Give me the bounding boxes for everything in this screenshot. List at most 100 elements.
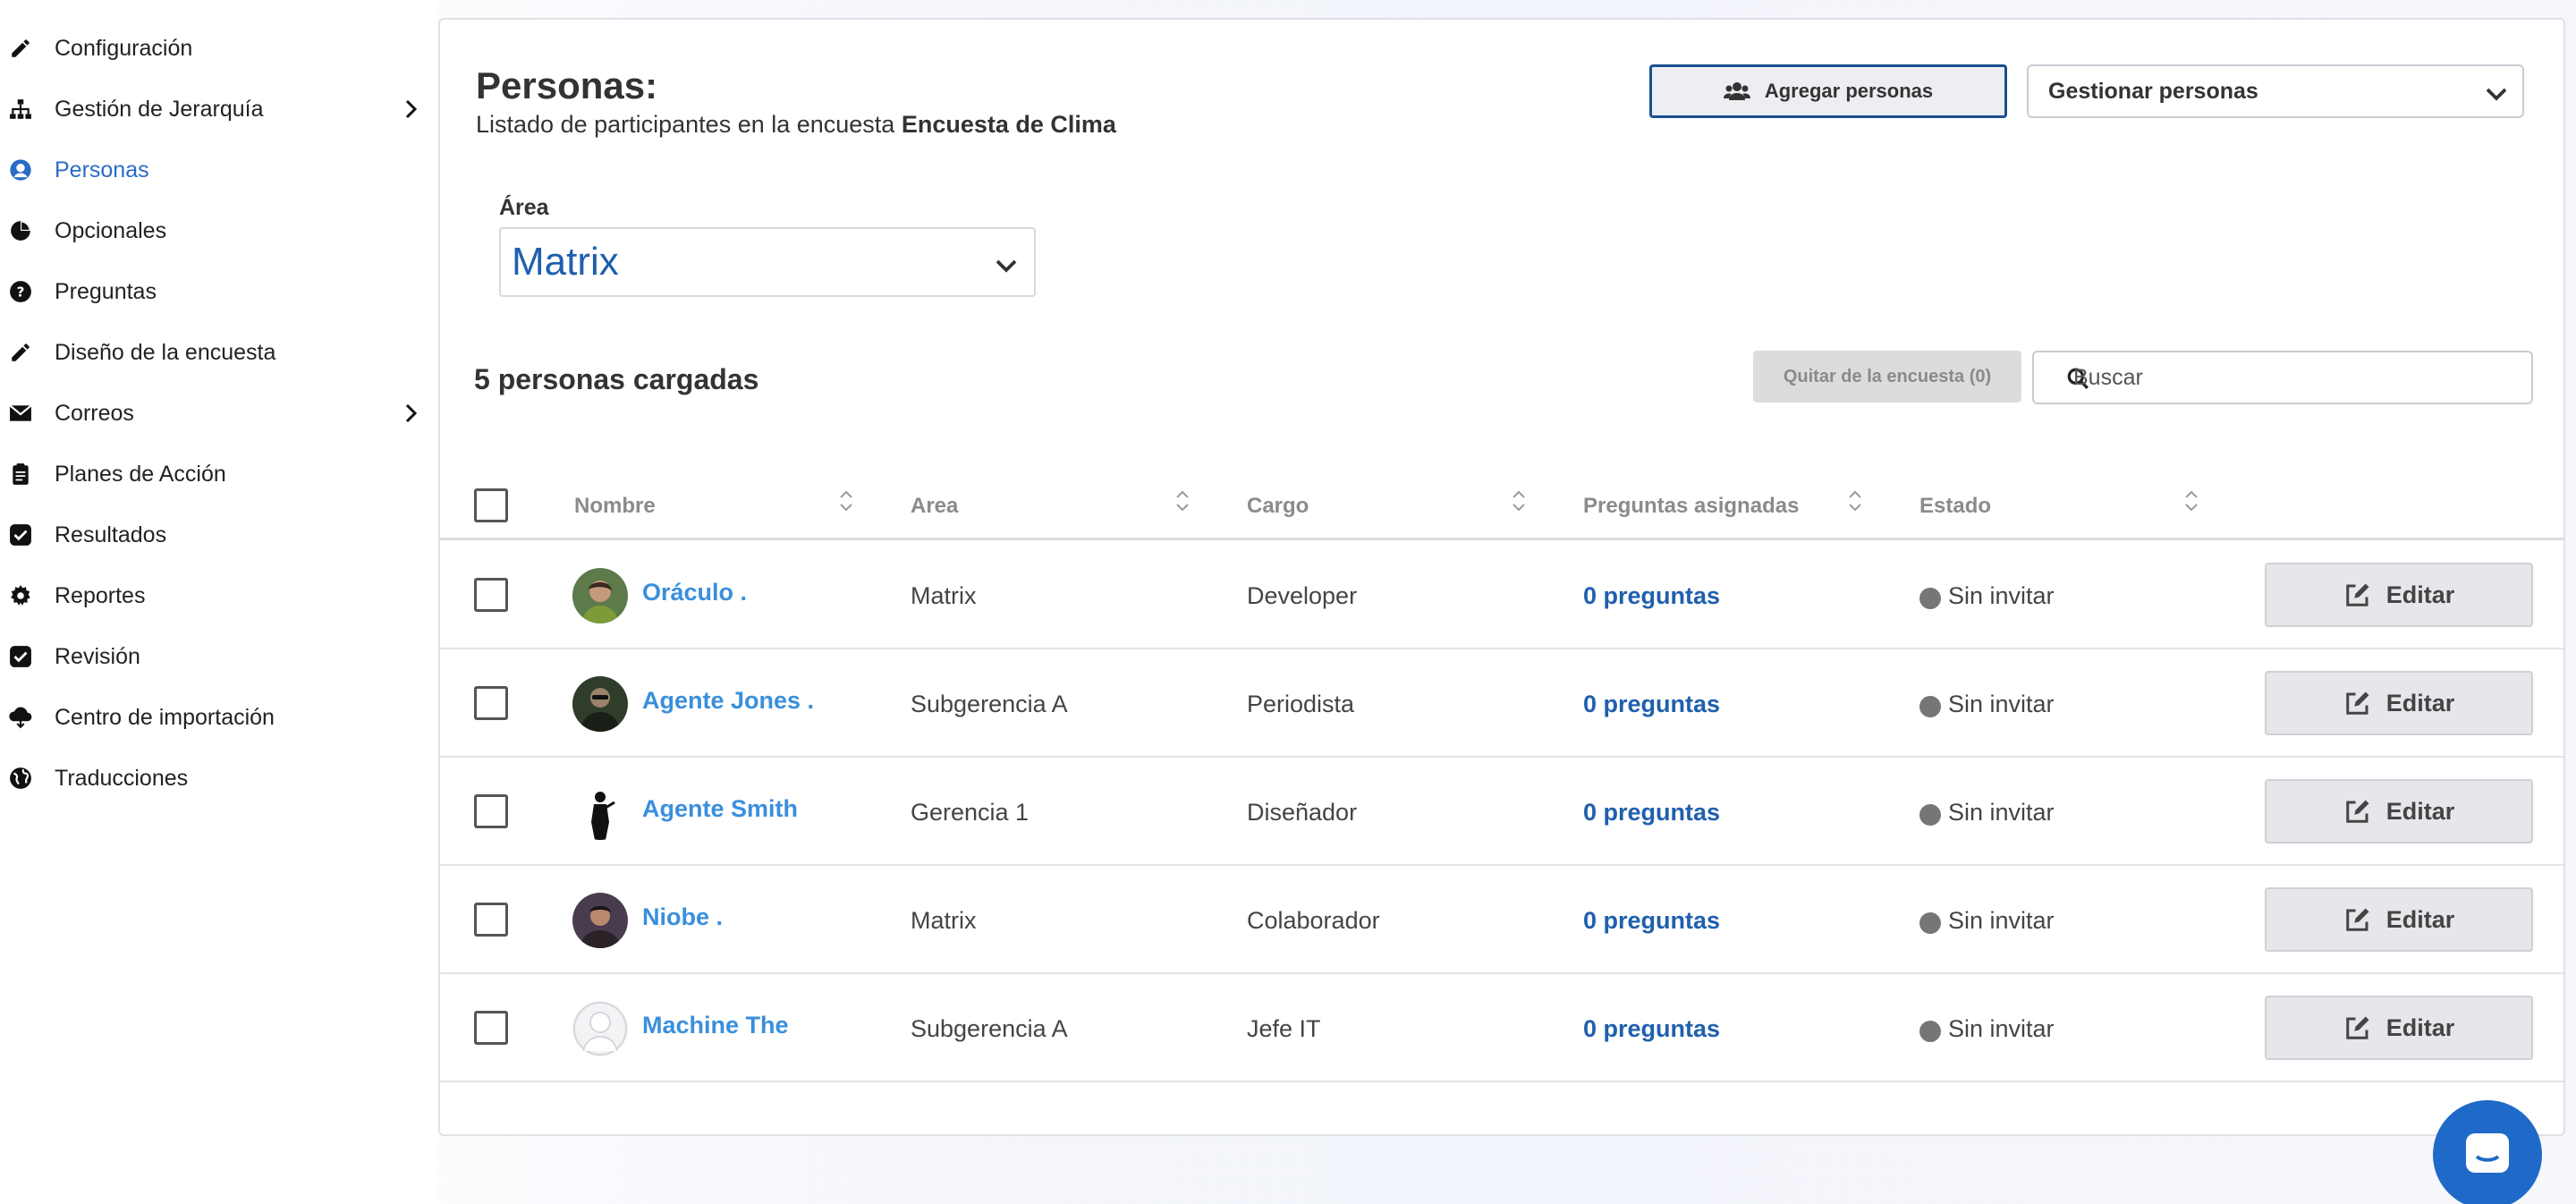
edit-button[interactable]: Editar: [2265, 671, 2533, 735]
assigned-questions-link[interactable]: 0 preguntas: [1583, 691, 1720, 718]
edit-button[interactable]: Editar: [2265, 779, 2533, 844]
row-checkbox[interactable]: [474, 686, 508, 720]
sidebar-item-reportes[interactable]: Reportes: [0, 565, 438, 626]
person-name-link[interactable]: Agente Jones .: [642, 687, 814, 715]
table-row: Oráculo . Matrix Developer 0 preguntas S…: [440, 541, 2563, 649]
avatar: [572, 893, 628, 948]
person-area: Matrix: [911, 907, 977, 934]
assigned-questions-link[interactable]: 0 preguntas: [1583, 582, 1720, 610]
sort-icon[interactable]: [1174, 488, 1191, 513]
person-cargo: Diseñador: [1247, 799, 1358, 826]
person-name-link[interactable]: Agente Smith: [642, 795, 798, 823]
area-filter-label: Área: [499, 195, 549, 220]
row-checkbox[interactable]: [474, 794, 508, 828]
manage-people-select[interactable]: Gestionar personas: [2027, 64, 2524, 118]
avatar: [572, 1001, 628, 1056]
sidebar-item-opcionales[interactable]: Opcionales: [0, 200, 438, 261]
status-dot: [1919, 696, 1941, 717]
sidebar-item-traducciones[interactable]: Traducciones: [0, 748, 438, 809]
sidebar-item-personas[interactable]: Personas: [0, 140, 438, 200]
person-cargo: Periodista: [1247, 691, 1355, 717]
select-all-checkbox[interactable]: [474, 488, 508, 522]
person-cargo: Jefe IT: [1247, 1015, 1321, 1042]
add-people-button[interactable]: Agregar personas: [1649, 64, 2007, 118]
person-area: Matrix: [911, 582, 977, 609]
sidebar-item-planes-accion[interactable]: Planes de Acción: [0, 444, 438, 504]
hierarchy-icon: [7, 96, 34, 123]
check-square-icon: [7, 643, 34, 670]
person-cargo: Developer: [1247, 582, 1358, 609]
avatar: [572, 568, 628, 623]
status-text: Sin invitar: [1948, 691, 2055, 717]
chevron-down-icon: [2486, 88, 2507, 101]
area-filter-select[interactable]: Matrix: [499, 227, 1036, 297]
edit-icon: [2345, 908, 2369, 931]
edit-button[interactable]: Editar: [2265, 563, 2533, 627]
edit-button[interactable]: Editar: [2265, 996, 2533, 1060]
search-input[interactable]: [2073, 352, 2521, 403]
sidebar-item-configuracion[interactable]: Configuración: [0, 18, 438, 79]
sidebar-item-revision[interactable]: Revisión: [0, 626, 438, 687]
add-people-label: Agregar personas: [1764, 80, 1934, 102]
page-subtitle: Listado de participantes en la encuesta …: [476, 111, 1116, 139]
manage-people-value: Gestionar personas: [2048, 78, 2258, 104]
person-cargo: Colaborador: [1247, 907, 1380, 934]
sidebar-item-label: Centro de importación: [55, 704, 275, 730]
survey-name: Encuesta de Clima: [901, 111, 1116, 138]
person-name-link[interactable]: Oráculo .: [642, 579, 747, 606]
status-dot: [1919, 804, 1941, 826]
person-area: Gerencia 1: [911, 799, 1030, 826]
column-header-area: Area: [911, 494, 959, 518]
assigned-questions-link[interactable]: 0 preguntas: [1583, 1015, 1720, 1043]
person-name-link[interactable]: Niobe .: [642, 903, 723, 931]
row-checkbox[interactable]: [474, 578, 508, 612]
sidebar-item-label: Traducciones: [55, 765, 189, 791]
sort-icon[interactable]: [1510, 488, 1528, 513]
sidebar-item-resultados[interactable]: Resultados: [0, 504, 438, 565]
pie-chart-icon: [7, 217, 34, 244]
table-row: Machine The Subgerencia A Jefe IT 0 preg…: [440, 974, 2563, 1082]
sidebar-item-correos[interactable]: Correos: [0, 383, 438, 444]
status-text: Sin invitar: [1948, 907, 2055, 934]
column-header-estado: Estado: [1919, 494, 1992, 518]
edit-button[interactable]: Editar: [2265, 887, 2533, 952]
status-text: Sin invitar: [1948, 582, 2055, 609]
sidebar-item-label: Personas: [55, 157, 149, 182]
assigned-questions-link[interactable]: 0 preguntas: [1583, 907, 1720, 935]
remove-from-survey-button[interactable]: Quitar de la encuesta (0): [1753, 351, 2021, 403]
gear-icon: [7, 582, 34, 609]
sidebar-item-label: Configuración: [55, 35, 193, 61]
sort-icon[interactable]: [2182, 488, 2200, 513]
assigned-questions-link[interactable]: 0 preguntas: [1583, 799, 1720, 827]
edit-label: Editar: [2385, 797, 2455, 825]
edit-label: Editar: [2385, 1013, 2455, 1041]
cloud-download-icon: [7, 704, 34, 731]
column-header-preguntas: Preguntas asignadas: [1583, 494, 1800, 518]
chat-launcher-button[interactable]: [2433, 1100, 2542, 1204]
person-area: Subgerencia A: [911, 1015, 1068, 1042]
sidebar-item-preguntas[interactable]: ? Preguntas: [0, 261, 438, 322]
sidebar-item-centro-importacion[interactable]: Centro de importación: [0, 687, 438, 748]
sidebar-item-label: Revisión: [55, 643, 140, 669]
table-row: Agente Jones . Subgerencia A Periodista …: [440, 649, 2563, 758]
person-name-link[interactable]: Machine The: [642, 1012, 789, 1039]
table-row: Niobe . Matrix Colaborador 0 preguntas S…: [440, 866, 2563, 974]
row-checkbox[interactable]: [474, 903, 508, 937]
search-box: [2032, 351, 2533, 404]
status-text: Sin invitar: [1948, 1015, 2055, 1042]
row-checkbox[interactable]: [474, 1011, 508, 1045]
edit-icon: [2345, 800, 2369, 823]
svg-text:?: ?: [17, 284, 25, 300]
envelope-icon: [7, 400, 34, 427]
edit-label: Editar: [2385, 689, 2455, 716]
chat-icon: [2466, 1133, 2509, 1173]
edit-icon: [2345, 691, 2369, 715]
page-title: Personas:: [476, 64, 658, 106]
sidebar-item-diseno[interactable]: Diseño de la encuesta: [0, 322, 438, 383]
area-filter-value: Matrix: [512, 240, 619, 284]
sort-icon[interactable]: [837, 488, 855, 513]
sidebar: Configuración Gestión de Jerarquía Perso…: [0, 0, 438, 1204]
subtitle-text: Listado de participantes en la encuesta: [476, 111, 902, 138]
sort-icon[interactable]: [1846, 488, 1864, 513]
sidebar-item-gestion-jerarquia[interactable]: Gestión de Jerarquía: [0, 79, 438, 140]
